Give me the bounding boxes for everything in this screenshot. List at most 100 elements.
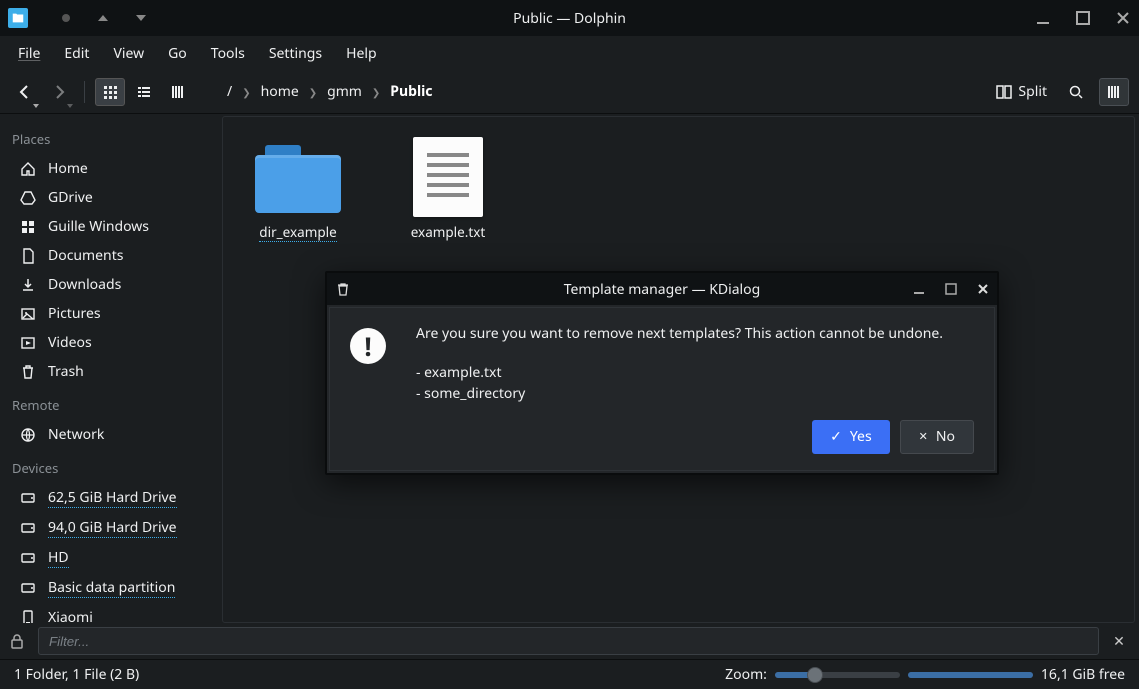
folder-item[interactable]: dir_example — [253, 137, 343, 242]
dialog-item: - example.txt — [416, 362, 974, 383]
filter-close-button[interactable]: ✕ — [1109, 632, 1129, 651]
no-label: No — [936, 427, 955, 446]
grid-icon — [20, 219, 36, 235]
sidebar-places-item[interactable]: Trash — [0, 357, 218, 386]
free-space-bar — [908, 672, 1033, 678]
sidebar-devices-item[interactable]: 94,0 GiB Hard Drive — [0, 513, 218, 543]
sidebar-places-item[interactable]: Home — [0, 154, 218, 183]
compact-view-button[interactable] — [129, 78, 159, 106]
window-title: Public — Dolphin — [0, 9, 1139, 28]
sidebar-item-label: Xiaomi — [48, 608, 93, 623]
sidebar-section-devices: Devices — [0, 449, 218, 483]
forward-button[interactable] — [44, 78, 74, 106]
breadcrumb-segment[interactable]: gmm — [327, 82, 362, 101]
sidebar-item-label: Network — [48, 425, 104, 444]
sidebar-devices-item[interactable]: HD — [0, 543, 218, 573]
sidebar-item-label: HD — [48, 548, 69, 568]
back-button[interactable] — [10, 78, 40, 106]
sidebar-places-item[interactable]: Videos — [0, 328, 218, 357]
yes-button[interactable]: ✓ Yes — [812, 420, 890, 454]
file-name: dir_example — [259, 223, 336, 242]
sidebar-devices-item[interactable]: Xiaomi — [0, 603, 218, 623]
zoom-slider[interactable] — [775, 672, 900, 678]
sidebar-remote-item[interactable]: Network — [0, 420, 218, 449]
disk-icon — [20, 520, 36, 536]
split-button[interactable]: Split — [990, 78, 1053, 105]
titlebar-dot-icon[interactable] — [62, 14, 70, 22]
sidebar-item-label: Home — [48, 159, 88, 178]
dialog-minimize-button[interactable] — [913, 283, 925, 295]
titlebar: Public — Dolphin — [0, 0, 1139, 36]
video-icon — [20, 335, 36, 351]
disk-icon — [20, 550, 36, 566]
sidebar-item-label: Pictures — [48, 304, 101, 323]
dialog-maximize-button[interactable] — [945, 283, 957, 295]
sidebar-places-item[interactable]: Guille Windows — [0, 212, 218, 241]
menu-help[interactable]: Help — [336, 38, 387, 69]
chevron-right-icon: ❯ — [242, 85, 250, 99]
menu-edit[interactable]: Edit — [54, 38, 99, 69]
file-name: example.txt — [411, 223, 486, 241]
status-summary: 1 Folder, 1 File (2 B) — [14, 665, 711, 684]
details-view-button[interactable] — [163, 78, 193, 106]
breadcrumb-current[interactable]: Public — [390, 82, 432, 101]
filter-bar: ✕ — [0, 623, 1139, 659]
split-label: Split — [1018, 82, 1047, 101]
yes-label: Yes — [850, 427, 872, 446]
no-button[interactable]: ✕ No — [900, 420, 974, 454]
lock-icon[interactable] — [10, 633, 28, 649]
home-icon — [20, 161, 36, 177]
dialog-close-button[interactable] — [977, 283, 989, 295]
menu-go[interactable]: Go — [158, 38, 197, 69]
file-item[interactable]: example.txt — [403, 137, 493, 242]
trash-icon — [20, 364, 36, 380]
text-file-icon — [405, 137, 491, 217]
sidebar-section-remote: Remote — [0, 386, 218, 420]
sidebar-places-item[interactable]: Documents — [0, 241, 218, 270]
breadcrumb-segment[interactable]: home — [261, 82, 299, 101]
menu-settings[interactable]: Settings — [259, 38, 332, 69]
sidebar-section-places: Places — [0, 120, 218, 154]
menu-view[interactable]: View — [103, 38, 154, 69]
close-button[interactable] — [1115, 10, 1131, 26]
chevron-down-icon — [33, 104, 39, 108]
titlebar-down-icon[interactable] — [136, 15, 146, 21]
dialog-item: - some_directory — [416, 383, 974, 404]
menu-toggle-button[interactable] — [1099, 78, 1129, 106]
sidebar-item-label: GDrive — [48, 188, 93, 207]
menu-tools[interactable]: Tools — [201, 38, 255, 69]
breadcrumb[interactable]: / ❯ home ❯ gmm ❯ Public — [227, 82, 986, 101]
sidebar-item-label: Guille Windows — [48, 217, 149, 236]
gdrive-icon — [20, 190, 36, 206]
x-icon: ✕ — [919, 429, 928, 444]
image-icon — [20, 306, 36, 322]
filter-input[interactable] — [38, 627, 1099, 655]
menubar: File Edit View Go Tools Settings Help — [0, 36, 1139, 70]
sidebar-item-label: 62,5 GiB Hard Drive — [48, 488, 177, 508]
folder-icon — [255, 137, 341, 217]
sidebar-places-item[interactable]: Downloads — [0, 270, 218, 299]
sidebar: Places Home GDrive Guille Windows Documents… — [0, 114, 218, 623]
search-button[interactable] — [1061, 78, 1091, 106]
sidebar-places-item[interactable]: GDrive — [0, 183, 218, 212]
menu-file[interactable]: File — [8, 38, 50, 69]
free-space-label: 16,1 GiB free — [1041, 665, 1125, 684]
titlebar-up-icon[interactable] — [98, 15, 108, 21]
dialog-question: Are you sure you want to remove next tem… — [416, 324, 974, 344]
sidebar-places-item[interactable]: Pictures — [0, 299, 218, 328]
chevron-right-icon: ❯ — [372, 85, 380, 99]
phone-icon — [20, 610, 36, 624]
sidebar-item-label: 94,0 GiB Hard Drive — [48, 518, 177, 538]
sidebar-devices-item[interactable]: 62,5 GiB Hard Drive — [0, 483, 218, 513]
doc-icon — [20, 248, 36, 264]
minimize-button[interactable] — [1035, 10, 1051, 26]
icons-view-button[interactable] — [95, 78, 125, 106]
maximize-button[interactable] — [1075, 10, 1091, 26]
sidebar-devices-item[interactable]: Basic data partition — [0, 573, 218, 603]
chevron-down-icon — [67, 104, 73, 108]
sidebar-item-label: Documents — [48, 246, 123, 265]
breadcrumb-root[interactable]: / — [227, 82, 232, 101]
zoom-label: Zoom: — [725, 665, 767, 684]
app-icon — [8, 8, 28, 28]
download-icon — [20, 277, 36, 293]
